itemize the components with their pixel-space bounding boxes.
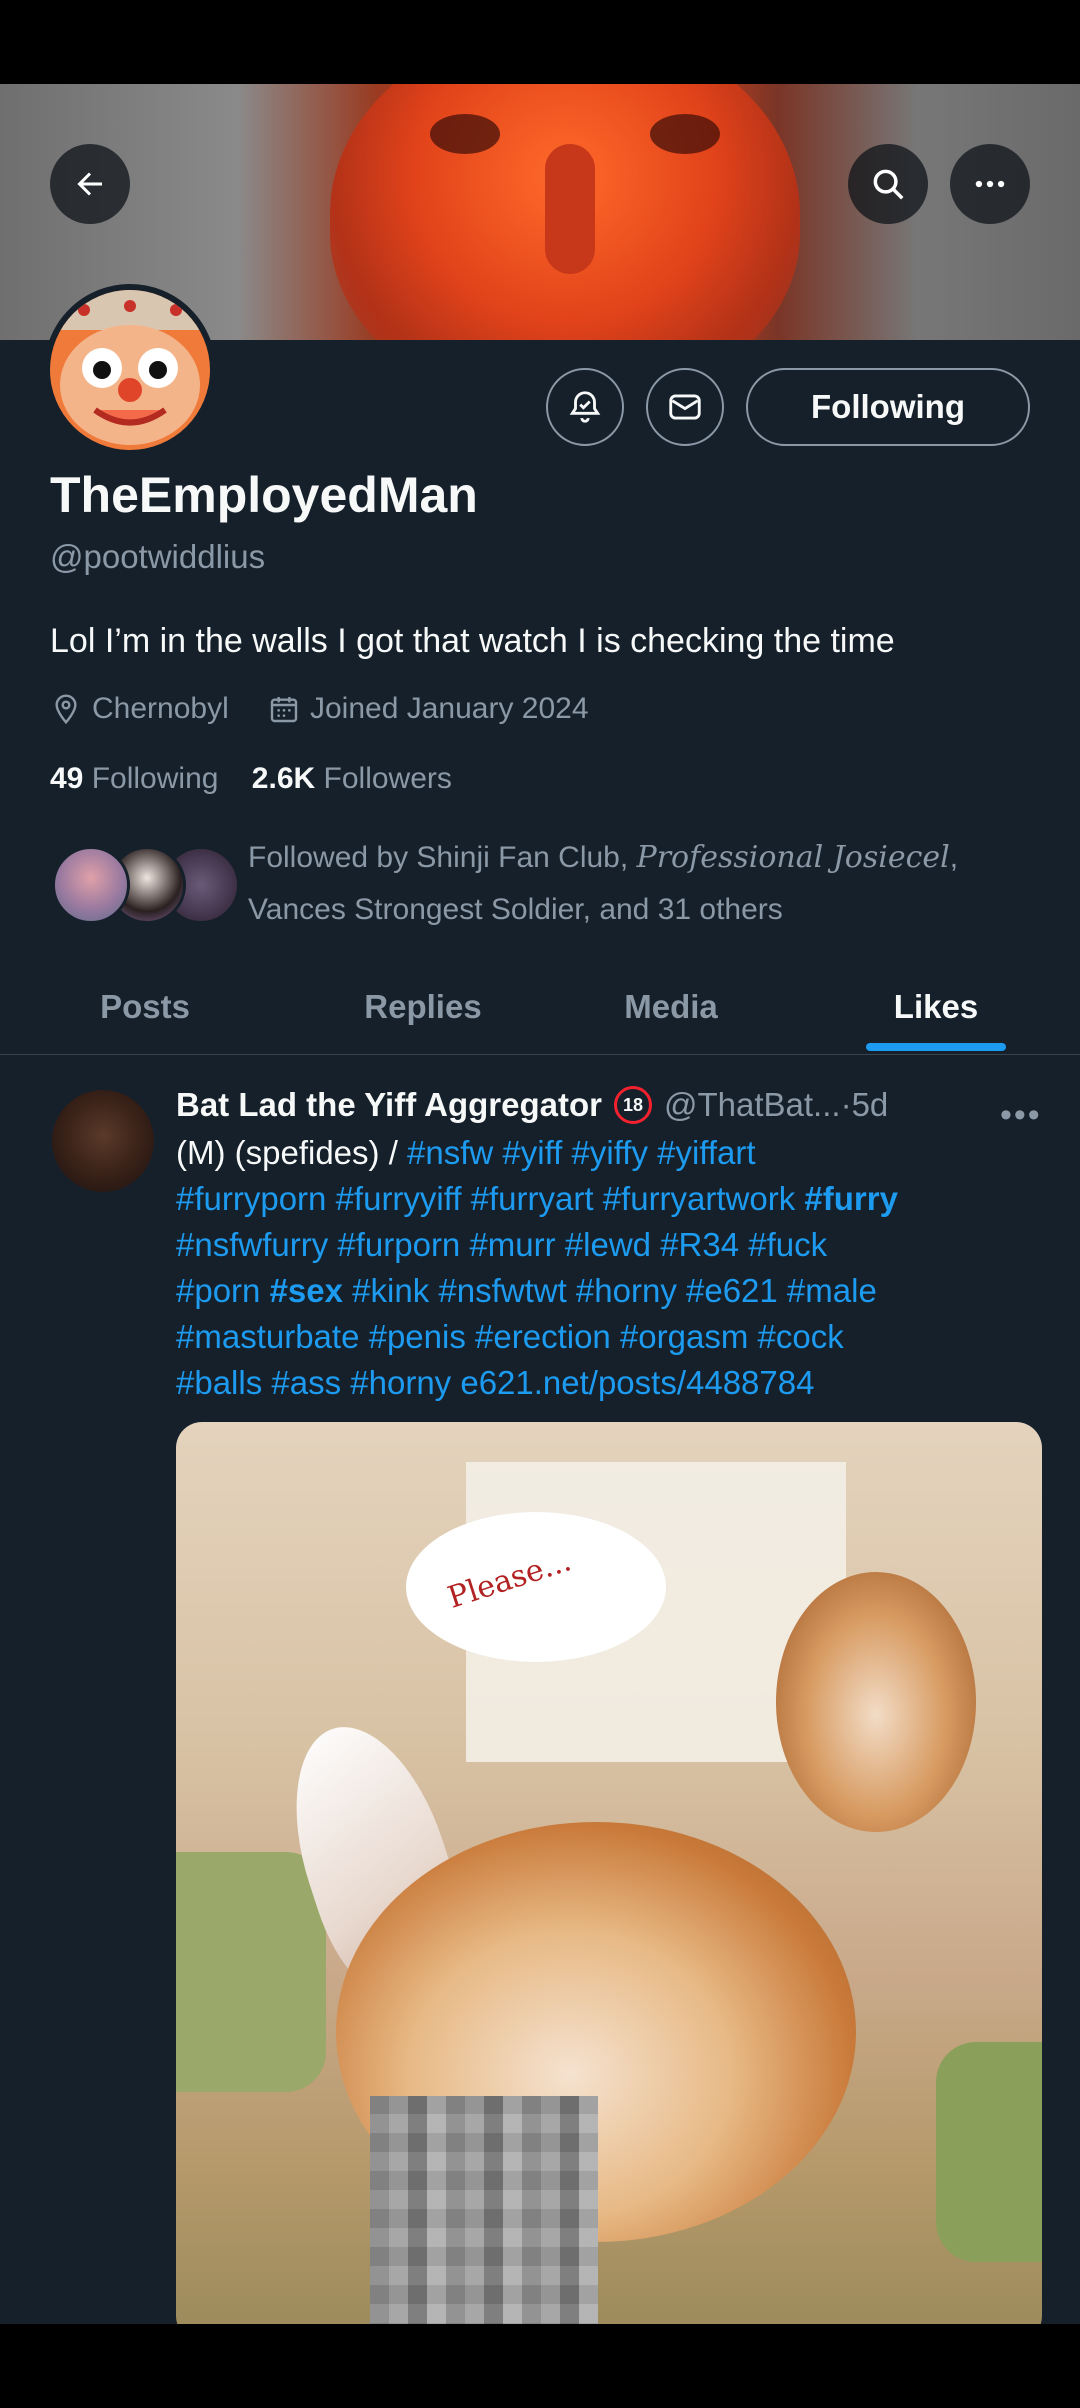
arrow-left-icon [77,172,102,196]
follow-stats: 49 Following 2.6K Followers [50,762,452,796]
envelope-icon [669,394,701,420]
display-name: TheEmployedMan [50,467,478,523]
location-pin-icon [55,694,77,725]
followed-by-avatars[interactable] [52,842,240,924]
search-button[interactable] [848,144,928,224]
more-horizontal-icon [975,180,1005,188]
profile-bio: Lol I’m in the walls I got that watch I … [50,622,895,660]
banner-eye-left [430,114,500,154]
post-separator: · [840,1086,852,1123]
banner-nose [545,144,595,274]
post-header: Bat Lad the Yiff Aggregator 18 @ThatBat.… [176,1086,888,1124]
followed-by-line2: Vances Strongest Soldier, and 31 others [248,893,783,926]
followed-by-text[interactable]: Followed by Shinji Fan Club, Professiona… [248,832,1028,936]
following-count: 49 [50,762,84,795]
post-text: (M) (spefides) / #nsfw #yiff #yiffy #yif… [176,1130,1056,1406]
notify-button[interactable] [546,368,624,446]
profile-tabs: Posts Replies Media Likes [0,960,1080,1055]
post-hashtags-line5[interactable]: #masturbate #penis #erection #orgasm #co… [176,1318,844,1355]
avatar-image [50,290,210,450]
back-button[interactable] [50,144,130,224]
post-hashtag-sex[interactable]: #sex [270,1272,343,1309]
following-button[interactable]: Following [746,368,1030,446]
tab-likes[interactable]: Likes [831,960,1041,1054]
post-hashtags-line3[interactable]: #nsfwfurry #furporn #murr #lewd #R34 #fu… [176,1226,827,1263]
message-button[interactable] [646,368,724,446]
tab-posts[interactable]: Posts [40,960,250,1054]
post-author-handle[interactable]: @ThatBat... [664,1086,841,1124]
profile-joined-date: Joined January 2024 [268,692,589,726]
banner-eye-right [650,114,720,154]
status-bar [0,0,1080,84]
post-author-name[interactable]: Bat Lad the Yiff Aggregator [176,1086,602,1124]
post-item[interactable]: Bat Lad the Yiff Aggregator 18 @ThatBat.… [0,1056,1080,2324]
post-author-avatar[interactable] [52,1090,154,1192]
user-handle: @pootwiddlius [50,538,266,575]
followed-by-prefix: Followed by Shinji Fan Club, [248,841,637,874]
joined-text: Joined January 2024 [310,692,589,725]
follower-avatar-1 [52,846,130,924]
post-hashtags-line4[interactable]: #kink #nsfwtwt #horny #e621 #male [343,1272,877,1309]
post-time: 5d [851,1086,889,1123]
post-text-prefix: (M) (spefides) / [176,1134,408,1171]
following-label: Following [91,762,219,795]
location-text: Chernobyl [92,692,229,725]
more-options-button[interactable] [950,144,1030,224]
active-tab-indicator [866,1043,1006,1051]
post-hashtags-line1[interactable]: #nsfw #yiff #yiffy #yiffart [407,1134,756,1171]
search-icon [873,169,904,200]
followed-by-script-name: Professional Josiecel [636,840,950,875]
followed-by-suffix: , [949,841,959,874]
bell-plus-icon [569,391,601,423]
system-nav-bar [0,2324,1080,2408]
post-media-image[interactable]: Please... [176,1422,1042,2324]
calendar-icon [270,697,298,723]
followers-link[interactable]: 2.6K Followers [252,762,452,795]
post-hashtag-porn[interactable]: #porn [176,1272,270,1309]
followers-label: Followers [323,762,452,795]
post-hashtag-furry[interactable]: #furry [804,1180,898,1217]
post-hashtags-line2[interactable]: #furryporn #furryyiff #furryart #furryar… [176,1180,804,1217]
media-pillow-right [936,2042,1042,2262]
tab-media[interactable]: Media [566,960,776,1054]
media-censor-block [370,2096,598,2324]
following-link[interactable]: 49 Following [50,762,218,795]
tab-replies[interactable]: Replies [318,960,528,1054]
profile-location: Chernobyl [50,692,229,726]
age-badge-text: 18 [622,1094,643,1115]
profile-avatar[interactable] [44,284,216,456]
followers-count: 2.6K [251,762,316,795]
post-hashtags-line6[interactable]: #balls #ass #horny e621.net/posts/448878… [176,1364,814,1401]
media-pillow-left [176,1852,326,2092]
age-restricted-icon: 18 [613,1086,652,1124]
media-figure-head [776,1572,976,1832]
